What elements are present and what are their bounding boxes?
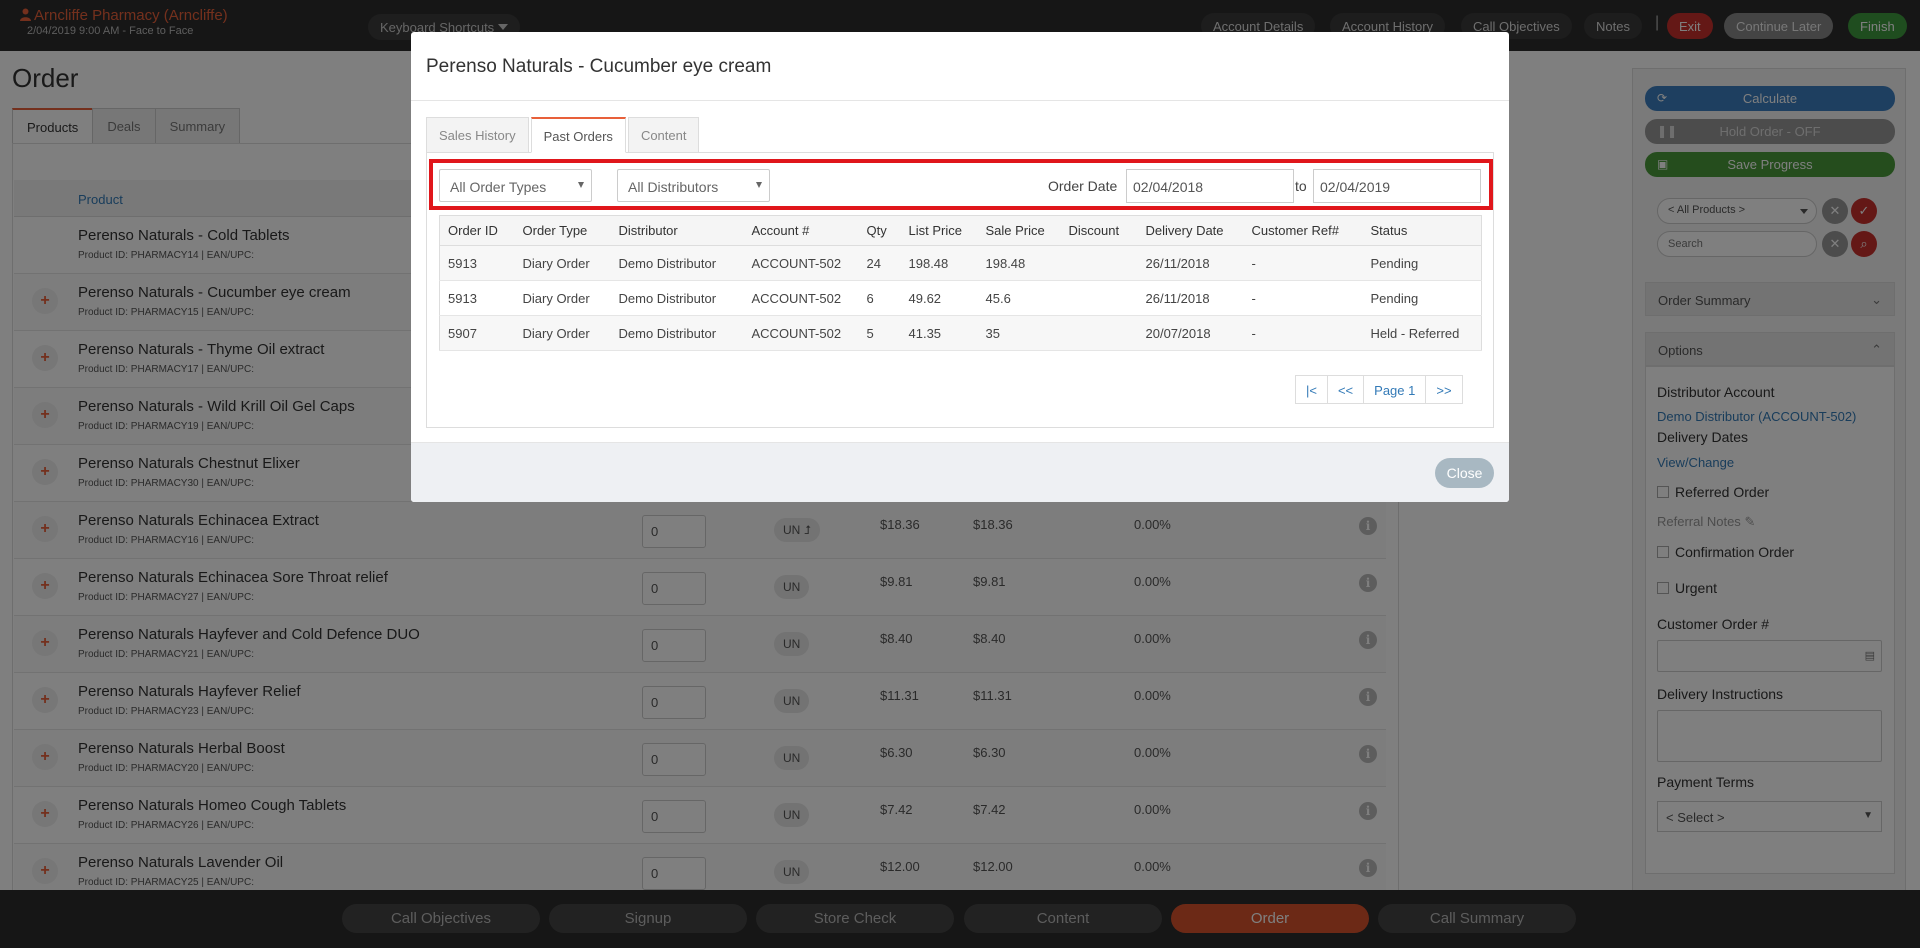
cell-order-type: Diary Order: [514, 280, 611, 316]
cell-distributor: Demo Distributor: [610, 280, 744, 316]
col-list-price[interactable]: List Price: [900, 215, 978, 246]
cell-status: Held - Referred: [1362, 315, 1482, 351]
cell-sale-price: 198.48: [977, 245, 1061, 281]
cell-status: Pending: [1362, 280, 1482, 316]
cell-order-type: Diary Order: [514, 315, 611, 351]
col-discount[interactable]: Discount: [1060, 215, 1138, 246]
col-account[interactable]: Account #: [743, 215, 859, 246]
product-modal: Perenso Naturals - Cucumber eye cream Sa…: [411, 32, 1509, 502]
past-orders-table: Order ID Order Type Distributor Account …: [439, 215, 1482, 351]
cell-delivery-date: 26/11/2018: [1137, 280, 1244, 316]
cell-account: ACCOUNT-502: [743, 280, 859, 316]
modal-tabs: Sales History Past Orders Content: [426, 117, 701, 153]
cell-delivery-date: 26/11/2018: [1137, 245, 1244, 281]
modal-title: Perenso Naturals - Cucumber eye cream: [426, 56, 772, 77]
current-page[interactable]: Page 1: [1363, 375, 1427, 404]
cell-list-price: 49.62: [900, 280, 978, 316]
cell-distributor: Demo Distributor: [610, 315, 744, 351]
table-row[interactable]: 5913 Diary Order Demo Distributor ACCOUN…: [439, 245, 1482, 281]
pagination: |< << Page 1 >>: [1295, 375, 1463, 404]
first-page-button[interactable]: |<: [1295, 375, 1328, 404]
table-row[interactable]: 5913 Diary Order Demo Distributor ACCOUN…: [439, 280, 1482, 316]
cell-sale-price: 35: [977, 315, 1061, 351]
col-order-type[interactable]: Order Type: [514, 215, 611, 246]
table-header-row: Order ID Order Type Distributor Account …: [439, 215, 1482, 246]
close-button[interactable]: Close: [1435, 458, 1494, 488]
cell-order-id: 5913: [439, 280, 515, 316]
next-page-button[interactable]: >>: [1425, 375, 1463, 404]
cell-list-price: 198.48: [900, 245, 978, 281]
cell-customer-ref: -: [1243, 245, 1363, 281]
tab-past-orders[interactable]: Past Orders: [530, 117, 626, 153]
tab-content[interactable]: Content: [627, 117, 700, 153]
cell-list-price: 41.35: [900, 315, 978, 351]
prev-page-button[interactable]: <<: [1326, 375, 1365, 404]
col-qty[interactable]: Qty: [858, 215, 901, 246]
table-row[interactable]: 5907 Diary Order Demo Distributor ACCOUN…: [439, 315, 1482, 351]
distributor-select[interactable]: All Distributors: [617, 169, 770, 202]
cell-distributor: Demo Distributor: [610, 245, 744, 281]
order-date-label: Order Date: [1048, 178, 1118, 194]
cell-qty: 5: [858, 315, 901, 351]
cell-discount: [1060, 315, 1138, 351]
col-status[interactable]: Status: [1362, 215, 1482, 246]
col-order-id[interactable]: Order ID: [439, 215, 515, 246]
col-distributor[interactable]: Distributor: [610, 215, 744, 246]
cell-order-type: Diary Order: [514, 245, 611, 281]
col-delivery-date[interactable]: Delivery Date: [1137, 215, 1244, 246]
cell-account: ACCOUNT-502: [743, 245, 859, 281]
cell-account: ACCOUNT-502: [743, 315, 859, 351]
cell-order-id: 5913: [439, 245, 515, 281]
col-sale-price[interactable]: Sale Price: [977, 215, 1061, 246]
modal-footer: [411, 442, 1509, 502]
cell-discount: [1060, 280, 1138, 316]
col-customer-ref[interactable]: Customer Ref#: [1243, 215, 1363, 246]
date-to-input[interactable]: 02/04/2019: [1313, 169, 1481, 203]
modal-divider: [411, 100, 1509, 101]
order-type-select[interactable]: All Order Types: [439, 169, 592, 202]
caret-down-icon: [756, 182, 762, 188]
cell-qty: 24: [858, 245, 901, 281]
date-from-input[interactable]: 02/04/2018: [1126, 169, 1294, 203]
cell-delivery-date: 20/07/2018: [1137, 315, 1244, 351]
cell-discount: [1060, 245, 1138, 281]
cell-customer-ref: -: [1243, 315, 1363, 351]
cell-qty: 6: [858, 280, 901, 316]
cell-order-id: 5907: [439, 315, 515, 351]
cell-status: Pending: [1362, 245, 1482, 281]
tab-sales-history[interactable]: Sales History: [426, 117, 529, 153]
cell-customer-ref: -: [1243, 280, 1363, 316]
date-to-label: to: [1295, 178, 1307, 194]
caret-down-icon: [578, 182, 584, 188]
cell-sale-price: 45.6: [977, 280, 1061, 316]
